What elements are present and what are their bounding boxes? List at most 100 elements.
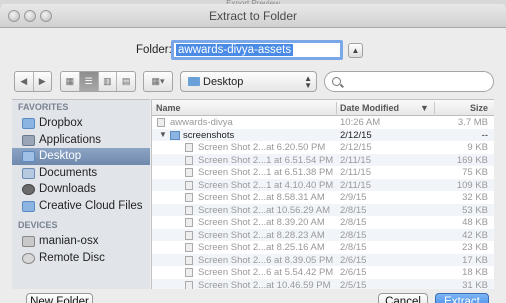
sidebar-item-downloads[interactable]: Downloads — [12, 181, 150, 198]
sidebar-item-label: Downloads — [39, 183, 96, 195]
file-row[interactable]: Screen Shot 2...1 at 6.51.38 PM 2/11/15 75… — [152, 166, 494, 179]
file-date: 2/11/15 — [340, 179, 371, 191]
file-icon — [185, 168, 193, 177]
new-folder-button[interactable]: New Folder — [26, 293, 93, 303]
file-size: 75 KB — [462, 167, 488, 178]
disclosure-triangle-icon[interactable]: ▼ — [159, 130, 167, 139]
file-row[interactable]: Screen Shot 2...at 8.28.23 AM 2/8/15 42 KB — [152, 228, 494, 241]
column-view-icon[interactable]: ▥ — [99, 72, 118, 91]
sidebar-item-creative-cloud[interactable]: Creative Cloud Files — [12, 198, 150, 215]
location-popup[interactable]: Desktop ▲ ▼ — [180, 71, 317, 92]
file-list: Name Date Modified ▼ Size awwards-divya 1… — [151, 99, 494, 289]
file-row[interactable]: Screen Shot 2...at 10.46.59 PM 2/5/15 31 K… — [152, 278, 494, 290]
column-header-size[interactable]: Size — [470, 103, 488, 113]
folder-row: Folder: awwards-divya-assets ▲ — [0, 40, 506, 62]
file-size: 17 KB — [462, 254, 488, 266]
file-icon — [185, 180, 193, 190]
downloads-icon — [22, 184, 35, 195]
file-name: Screen Shot 2...6 at 5.54.42 PM — [198, 267, 334, 278]
arrange-control[interactable]: ▦▾ — [143, 71, 173, 92]
file-name: Screen Shot 2...6 at 8.39.05 PM — [198, 254, 334, 266]
folder-name-value: awwards-divya-assets — [176, 44, 294, 56]
file-size: 109 KB — [456, 179, 488, 191]
sidebar-item-manian-osx[interactable]: manian-osx — [12, 233, 150, 250]
folder-name-input[interactable]: awwards-divya-assets — [171, 40, 343, 60]
back-forward-control: ◀ ▶ — [14, 71, 52, 92]
file-name: Screen Shot 2...1 at 6.51.38 PM — [198, 167, 334, 178]
column-header-date[interactable]: Date Modified — [340, 103, 399, 113]
folder-row[interactable]: ▼ screenshots 2/12/15 -- — [152, 128, 494, 141]
favorites-header: FAVORITES — [18, 102, 69, 112]
file-icon — [185, 243, 193, 252]
list-view-icon[interactable]: ☰ — [79, 72, 99, 91]
file-name: Screen Shot 2...at 10.56.29 AM — [198, 204, 331, 216]
sort-desc-icon: ▼ — [420, 103, 429, 113]
file-date: 2/8/15 — [340, 204, 367, 216]
file-size: 3.7 MB — [457, 117, 488, 128]
file-date: 2/6/15 — [340, 267, 367, 278]
dialog-title: Extract to Folder — [208, 9, 298, 23]
sidebar-item-remote-disc[interactable]: Remote Disc — [12, 250, 150, 267]
forward-button[interactable]: ▶ — [34, 72, 52, 91]
file-icon — [157, 118, 165, 127]
file-icon — [185, 155, 193, 165]
disc-icon — [22, 252, 35, 264]
sidebar-item-dropbox[interactable]: Dropbox — [12, 115, 150, 132]
location-label: Desktop — [203, 76, 244, 88]
sidebar-item-documents[interactable]: Documents — [12, 165, 150, 182]
file-icon — [185, 255, 193, 265]
icon-view-icon[interactable]: ▦ — [61, 72, 80, 91]
file-size: 9 KB — [467, 142, 488, 153]
file-row[interactable]: Screen Shot 2...at 8.39.20 AM 2/8/15 48 KB — [152, 216, 494, 229]
file-size: 32 KB — [462, 192, 488, 203]
file-list-header: Name Date Modified ▼ Size — [152, 100, 494, 116]
file-row[interactable]: Screen Shot 2...at 6.20.50 PM 2/12/15 9 KB — [152, 141, 494, 154]
file-name: Screen Shot 2...at 8.58.31 AM — [198, 192, 325, 203]
file-size: 18 KB — [462, 267, 488, 278]
file-size: 31 KB — [462, 279, 488, 290]
file-name: screenshots — [183, 129, 235, 141]
extract-button[interactable]: Extract — [435, 293, 489, 303]
sidebar-item-applications[interactable]: Applications — [12, 132, 150, 149]
search-icon — [332, 77, 341, 86]
coverflow-view-icon[interactable]: ▤ — [117, 72, 135, 91]
file-row[interactable]: Screen Shot 2...1 at 4.10.40 PM 2/11/15 10… — [152, 178, 494, 191]
file-date: 2/8/15 — [340, 217, 367, 228]
cancel-button[interactable]: Cancel — [378, 293, 428, 303]
file-icon — [185, 230, 193, 240]
collapse-dialog-button[interactable]: ▲ — [348, 43, 363, 58]
file-name: Screen Shot 2...at 6.20.50 PM — [198, 142, 326, 153]
toolbar: ◀ ▶ ▦ ☰ ▥ ▤ ▦▾ Desktop ▲ ▼ — [0, 71, 506, 95]
desktop-folder-icon — [188, 77, 200, 86]
sidebar-item-label: Applications — [39, 133, 102, 146]
file-size: 169 KB — [456, 154, 488, 166]
file-icon — [185, 205, 193, 215]
file-row[interactable]: Screen Shot 2...at 8.58.31 AM 2/9/15 32 KB — [152, 191, 494, 204]
sidebar-item-label: manian-osx — [39, 235, 99, 247]
file-name: awwards-divya — [170, 117, 233, 128]
file-row[interactable]: Screen Shot 2...1 at 6.51.54 PM 2/11/15 16… — [152, 153, 494, 166]
sidebar-item-desktop[interactable]: Desktop — [12, 148, 150, 165]
file-row[interactable]: Screen Shot 2...6 at 5.54.42 PM 2/6/15 18 … — [152, 266, 494, 279]
sidebar-item-label: Dropbox — [39, 117, 83, 129]
documents-icon — [22, 167, 35, 179]
file-name: Screen Shot 2...at 8.39.20 AM — [198, 217, 325, 228]
file-row[interactable]: Screen Shot 2...at 8.25.16 AM 2/8/15 23 KB — [152, 241, 494, 254]
file-icon — [185, 193, 193, 202]
file-row[interactable]: awwards-divya 10:26 AM 3.7 MB — [152, 116, 494, 129]
extract-dialog: Extract to Folder Folder: awwards-divya-… — [0, 4, 506, 303]
file-date: 10:26 AM — [340, 117, 381, 128]
search-input[interactable] — [324, 71, 494, 92]
sidebar-item-label: Creative Cloud Files — [39, 199, 143, 212]
file-row[interactable]: Screen Shot 2...at 10.56.29 AM 2/8/15 53 K… — [152, 203, 494, 216]
file-row[interactable]: Screen Shot 2...6 at 8.39.05 PM 2/6/15 17 … — [152, 253, 494, 266]
file-name: Screen Shot 2...1 at 6.51.54 PM — [198, 154, 334, 166]
file-date: 2/5/15 — [340, 279, 367, 290]
file-rows: awwards-divya 10:26 AM 3.7 MB ▼ screenshots 2… — [152, 116, 494, 289]
file-date: 2/11/15 — [340, 167, 371, 178]
popup-arrows-icon: ▲ ▼ — [304, 74, 312, 90]
file-icon — [185, 268, 193, 277]
file-name: Screen Shot 2...at 8.25.16 AM — [198, 242, 325, 253]
back-button[interactable]: ◀ — [15, 72, 34, 91]
column-header-name[interactable]: Name — [156, 103, 181, 113]
